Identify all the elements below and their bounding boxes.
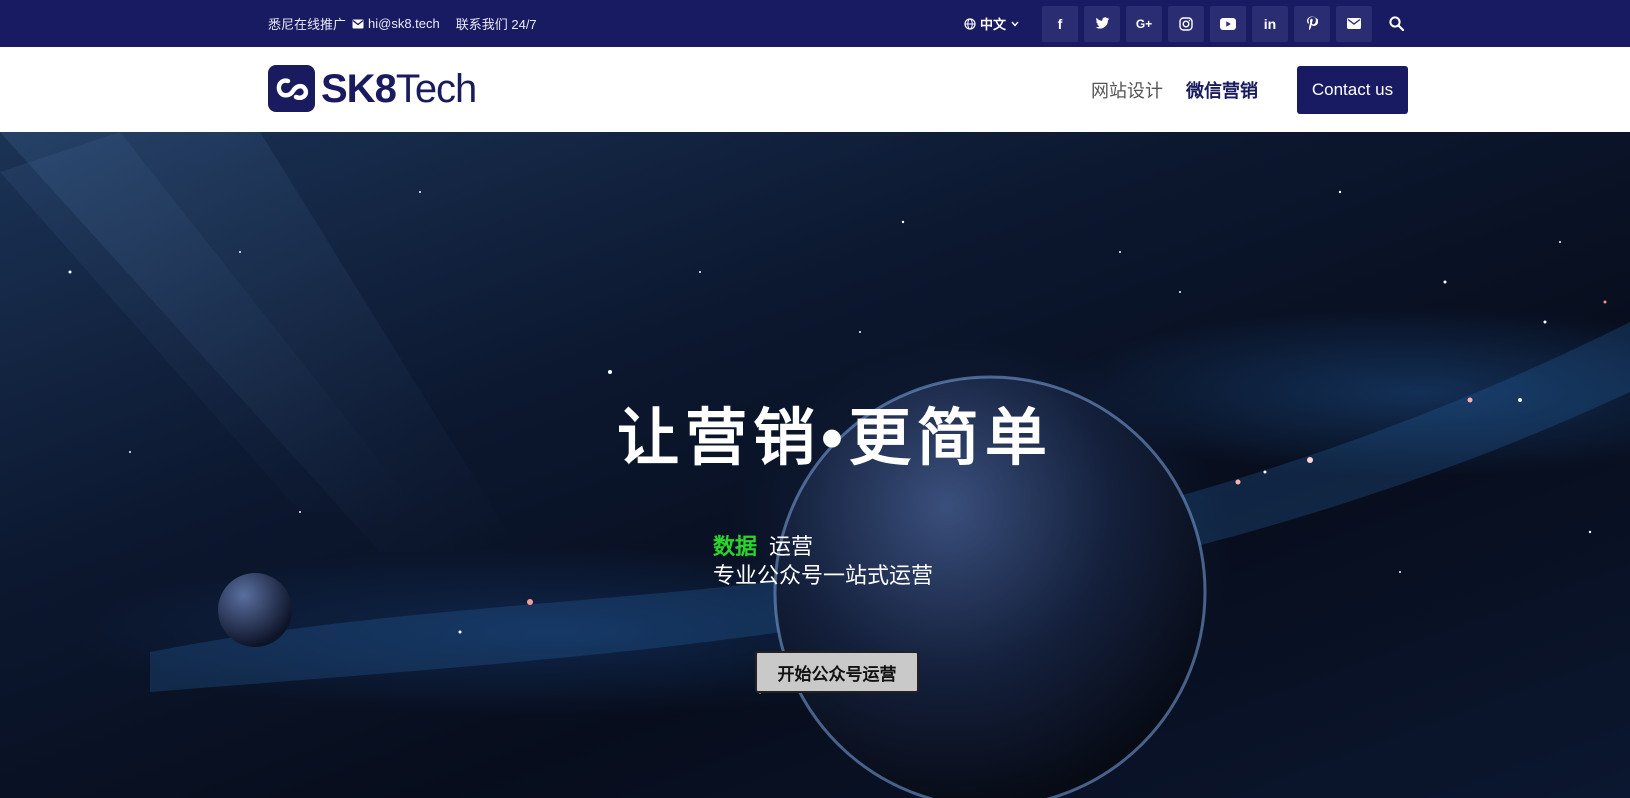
- language-selector[interactable]: 中文: [964, 14, 1023, 33]
- hero-subtitle-line2: 专业公众号一站式运营: [713, 563, 934, 588]
- contact-us-button[interactable]: Contact us: [1297, 66, 1408, 114]
- site-header: SK8Tech 网站设计 微信营销 Contact us: [0, 47, 1630, 132]
- google-plus-button[interactable]: G+: [1126, 5, 1163, 42]
- youtube-button[interactable]: [1210, 5, 1247, 42]
- linkedin-button[interactable]: in: [1252, 5, 1289, 42]
- nav-item-wechat-marketing[interactable]: 微信营销: [1186, 77, 1258, 103]
- mail-button[interactable]: [1336, 5, 1373, 42]
- envelope-icon: [352, 19, 364, 29]
- twitter-button[interactable]: [1084, 5, 1121, 42]
- main-nav: 网站设计 微信营销: [1091, 47, 1281, 132]
- tagline: 悉尼在线推广: [268, 17, 347, 32]
- language-label: 中文: [980, 17, 1007, 32]
- youtube-icon: [1220, 17, 1237, 30]
- hero-subtitle: 数据 运营 专业公众号一站式运营: [713, 532, 933, 590]
- search-button[interactable]: [1389, 16, 1405, 31]
- hero-section: 让营销•更简单 数据 运营 专业公众号一站式运营 开始公众号运营: [0, 132, 1630, 798]
- hero-title: 让营销•更简单: [617, 404, 1053, 473]
- pinterest-icon: [1307, 16, 1319, 31]
- email-link[interactable]: hi@sk8.tech: [368, 16, 440, 31]
- linkedin-icon: in: [1263, 15, 1277, 32]
- logo-mark-icon: [268, 65, 315, 112]
- instagram-button[interactable]: [1168, 5, 1205, 42]
- nav-item-web-design[interactable]: 网站设计: [1091, 77, 1163, 103]
- top-bar-actions: 中文 f G+ in: [964, 0, 1405, 47]
- instagram-icon: [1179, 16, 1193, 31]
- contact-hours: 联系我们 24/7: [455, 17, 537, 32]
- globe-icon: [964, 17, 976, 30]
- top-bar: 悉尼在线推广 hi@sk8.tech 联系我们 24/7 中文 f G+ in: [0, 0, 1630, 47]
- facebook-icon: f: [1057, 15, 1063, 32]
- social-links: f G+ in: [1042, 5, 1373, 42]
- facebook-button[interactable]: f: [1042, 5, 1079, 42]
- hero-subtitle-line1: 数据 运营: [713, 532, 933, 561]
- top-bar-info: 悉尼在线推广 hi@sk8.tech 联系我们 24/7: [268, 0, 537, 47]
- site-logo[interactable]: SK8Tech: [268, 65, 477, 112]
- logo-text-light: Tech: [395, 66, 477, 111]
- logo-text-bold: SK8: [321, 66, 397, 111]
- mail-icon: [1347, 18, 1362, 29]
- search-icon: [1389, 16, 1405, 31]
- hero-highlight: 数据: [713, 534, 758, 559]
- google-plus-icon: G+: [1135, 16, 1153, 31]
- logo-text: SK8Tech: [321, 66, 477, 111]
- start-wechat-operation-button[interactable]: 开始公众号运营: [755, 651, 919, 693]
- hero-line1-text: 运营: [769, 534, 814, 559]
- twitter-icon: [1095, 17, 1109, 29]
- pinterest-button[interactable]: [1294, 5, 1331, 42]
- chevron-down-icon: [1011, 21, 1019, 27]
